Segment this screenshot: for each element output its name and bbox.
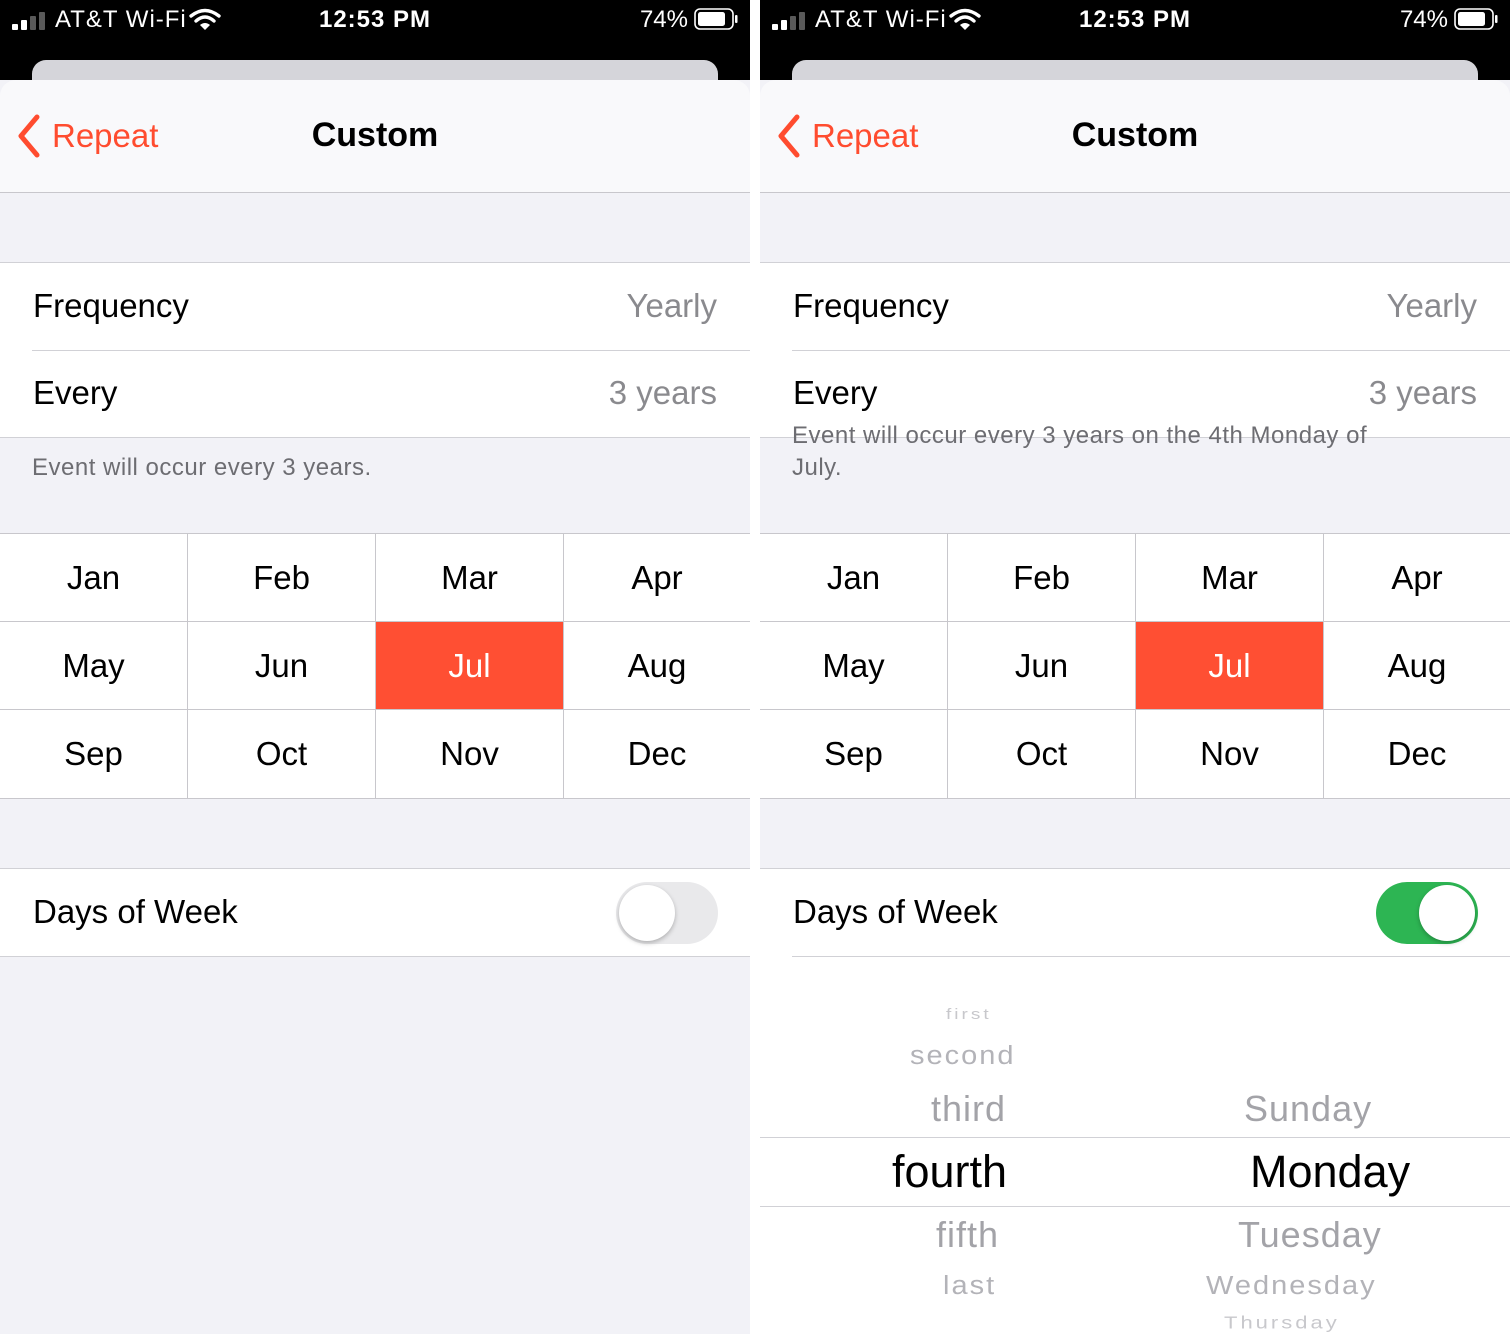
recurrence-summary: Event will occur every 3 years. bbox=[32, 454, 372, 481]
recurrence-summary: Event will occur every 3 years on the 4t… bbox=[792, 422, 1368, 481]
navigation-bar: Repeat Custom bbox=[760, 80, 1510, 193]
month-cell-dec[interactable]: Dec bbox=[564, 710, 750, 798]
battery-icon bbox=[1454, 8, 1498, 30]
days-of-week-group: Days of Week bbox=[760, 868, 1510, 956]
picker-day-option[interactable]: Sunday bbox=[1244, 1088, 1372, 1130]
picker-ordinal-option[interactable]: second bbox=[910, 1042, 1016, 1071]
toggle-knob bbox=[619, 885, 675, 941]
picker-selection-bottom-line bbox=[760, 1206, 1510, 1207]
month-cell-jun[interactable]: Jun bbox=[948, 622, 1136, 710]
month-cell-nov[interactable]: Nov bbox=[1136, 710, 1324, 798]
every-row[interactable]: Every 3 years bbox=[0, 350, 750, 437]
frequency-label: Frequency bbox=[793, 287, 949, 324]
month-cell-jul[interactable]: Jul bbox=[376, 622, 564, 710]
status-time: 12:53 PM bbox=[1078, 6, 1192, 33]
picker-day-option[interactable]: Thursday bbox=[1224, 1313, 1340, 1334]
navigation-bar: Repeat Custom bbox=[0, 80, 750, 193]
every-value: 3 years bbox=[1368, 374, 1477, 411]
month-cell-oct[interactable]: Oct bbox=[188, 710, 376, 798]
custom-sheet: Repeat Custom Frequency Yearly Every 3 y… bbox=[0, 80, 750, 1334]
month-cell-may[interactable]: May bbox=[0, 622, 188, 710]
month-cell-may[interactable]: May bbox=[760, 622, 948, 710]
month-cell-dec[interactable]: Dec bbox=[1324, 710, 1510, 798]
status-time: 12:53 PM bbox=[318, 6, 432, 33]
days-of-week-label: Days of Week bbox=[793, 893, 998, 930]
month-cell-apr[interactable]: Apr bbox=[1324, 534, 1510, 622]
picker-top-divider bbox=[792, 956, 1510, 957]
picker-ordinal-selected[interactable]: fourth bbox=[892, 1146, 1007, 1198]
frequency-row[interactable]: Frequency Yearly bbox=[0, 263, 750, 350]
month-cell-nov[interactable]: Nov bbox=[376, 710, 564, 798]
battery-percentage: 74% bbox=[1399, 6, 1448, 33]
days-of-week-toggle[interactable] bbox=[1376, 882, 1478, 944]
custom-sheet: Repeat Custom Frequency Yearly Every 3 y… bbox=[760, 80, 1510, 1334]
month-cell-feb[interactable]: Feb bbox=[188, 534, 376, 622]
days-of-week-row: Days of Week bbox=[0, 869, 750, 956]
month-cell-apr[interactable]: Apr bbox=[564, 534, 750, 622]
every-value: 3 years bbox=[608, 374, 717, 411]
month-cell-jul[interactable]: Jul bbox=[1136, 622, 1324, 710]
month-cell-aug[interactable]: Aug bbox=[564, 622, 750, 710]
month-cell-feb[interactable]: Feb bbox=[948, 534, 1136, 622]
page-title: Custom bbox=[311, 116, 439, 154]
month-cell-sep[interactable]: Sep bbox=[760, 710, 948, 798]
days-of-week-label: Days of Week bbox=[33, 893, 238, 930]
days-of-week-group: Days of Week bbox=[0, 868, 750, 957]
picker-day-option[interactable]: Tuesday bbox=[1238, 1214, 1382, 1256]
battery-icon bbox=[694, 8, 738, 30]
every-label: Every bbox=[793, 374, 878, 411]
picker-ordinal-option[interactable]: third bbox=[931, 1088, 1006, 1130]
left-screen: AT&T Wi-Fi 12:53 PM 74% Repeat Custom Fr… bbox=[0, 0, 750, 1334]
month-cell-jun[interactable]: Jun bbox=[188, 622, 376, 710]
weekday-picker[interactable]: first second third fourth fifth last Sun… bbox=[760, 956, 1510, 1334]
every-label: Every bbox=[33, 374, 118, 411]
picker-day-selected[interactable]: Monday bbox=[1250, 1146, 1410, 1198]
toggle-knob bbox=[1419, 885, 1475, 941]
month-cell-mar[interactable]: Mar bbox=[376, 534, 564, 622]
month-cell-aug[interactable]: Aug bbox=[1324, 622, 1510, 710]
days-of-week-row: Days of Week bbox=[760, 869, 1510, 956]
frequency-row[interactable]: Frequency Yearly bbox=[760, 263, 1510, 350]
picker-ordinal-option[interactable]: last bbox=[943, 1272, 996, 1301]
month-grid: Jan Feb Mar Apr May Jun Jul Aug Sep Oct Nov Dec bbox=[760, 533, 1510, 799]
picker-day-option[interactable]: Wednesday bbox=[1206, 1272, 1377, 1301]
frequency-value: Yearly bbox=[626, 287, 717, 324]
frequency-value: Yearly bbox=[1386, 287, 1477, 324]
month-cell-mar[interactable]: Mar bbox=[1136, 534, 1324, 622]
days-of-week-toggle[interactable] bbox=[616, 882, 718, 944]
picker-ordinal-option[interactable]: fifth bbox=[936, 1214, 999, 1256]
month-cell-jan[interactable]: Jan bbox=[760, 534, 948, 622]
picker-ordinal-option[interactable]: first bbox=[946, 1006, 992, 1024]
month-grid: Jan Feb Mar Apr May Jun Jul Aug Sep Oct Nov Dec bbox=[0, 533, 750, 799]
month-cell-sep[interactable]: Sep bbox=[0, 710, 188, 798]
month-cell-jan[interactable]: Jan bbox=[0, 534, 188, 622]
right-screen: AT&T Wi-Fi 12:53 PM 74% Repeat Custom Fr… bbox=[760, 0, 1510, 1334]
battery-percentage: 74% bbox=[639, 6, 688, 33]
page-title: Custom bbox=[1071, 116, 1199, 154]
frequency-group: Frequency Yearly Every 3 years bbox=[0, 262, 750, 438]
frequency-group: Frequency Yearly Every 3 years bbox=[760, 262, 1510, 438]
frequency-label: Frequency bbox=[33, 287, 189, 324]
month-cell-oct[interactable]: Oct bbox=[948, 710, 1136, 798]
picker-selection-top-line bbox=[760, 1137, 1510, 1138]
